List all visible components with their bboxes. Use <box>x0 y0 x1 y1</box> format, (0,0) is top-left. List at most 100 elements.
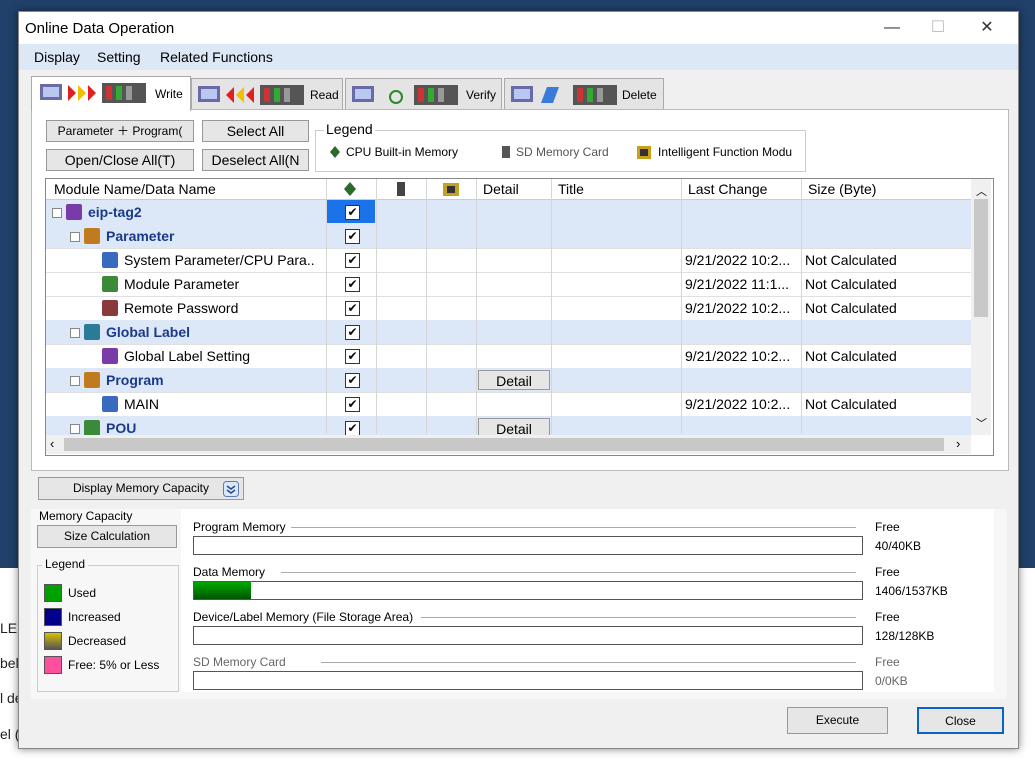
memory-capacity-caption: Memory Capacity <box>39 509 133 523</box>
write-icon <box>40 83 146 103</box>
parameter-program-button[interactable]: Parameter ＋ Program( <box>46 120 194 142</box>
open-close-all-button[interactable]: Open/Close All(T) <box>46 149 194 171</box>
last-change-cell: 9/21/2022 11:1... <box>685 276 790 292</box>
table-row[interactable]: MAIN ✔ 9/21/2022 10:2... Not Calculated <box>46 392 971 417</box>
read-icon <box>198 85 304 105</box>
row-name: POU <box>106 420 137 435</box>
expand-chevron-icon <box>223 481 239 497</box>
tab-verify[interactable]: Verify <box>345 78 502 109</box>
size-cell <box>805 224 970 248</box>
expander-icon[interactable] <box>70 376 80 386</box>
legend-free-low: Free: 5% or Less <box>68 658 160 672</box>
legend-decreased: Decreased <box>68 634 127 648</box>
table-row[interactable]: eip-tag2 ✔ <box>46 200 971 225</box>
table-row[interactable]: Global Label ✔ <box>46 320 971 345</box>
table-row[interactable]: Module Parameter ✔ 9/21/2022 11:1... Not Ca… <box>46 272 971 297</box>
header-detail[interactable]: Detail <box>483 181 519 197</box>
display-memory-capacity-button[interactable]: Display Memory Capacity <box>38 477 244 500</box>
horizontal-scrollbar[interactable]: ‹ › <box>46 435 971 454</box>
table-row[interactable]: Remote Password ✔ 9/21/2022 10:2... Not Cal… <box>46 296 971 321</box>
header-title[interactable]: Title <box>558 181 584 197</box>
minimize-button[interactable]: — <box>869 12 915 44</box>
expander-icon[interactable] <box>70 232 80 242</box>
header-module-name[interactable]: Module Name/Data Name <box>54 181 216 197</box>
close-button[interactable]: Close <box>917 707 1004 734</box>
last-change-cell: 9/21/2022 10:2... <box>685 252 791 268</box>
window-title: Online Data Operation <box>25 20 175 37</box>
scroll-right-icon[interactable]: › <box>956 436 960 451</box>
menu-display[interactable]: Display <box>34 49 80 65</box>
size-cell: Not Calculated <box>805 348 897 364</box>
table-row[interactable]: Global Label Setting ✔ 9/21/2022 10:2... No… <box>46 344 971 369</box>
header-last-change[interactable]: Last Change <box>688 181 767 197</box>
table-row[interactable]: Parameter ✔ <box>46 224 971 249</box>
scroll-up-icon[interactable]: ︿ <box>976 183 987 199</box>
execute-button[interactable]: Execute <box>787 707 888 734</box>
free-label: Free <box>875 610 900 624</box>
tree-node-icon <box>102 252 118 268</box>
row-name: MAIN <box>124 396 159 412</box>
delete-icon <box>511 85 617 105</box>
legend-sd-card: SD Memory Card <box>516 145 609 159</box>
cpu-memory-column-icon <box>344 182 356 196</box>
scroll-left-icon[interactable]: ‹ <box>50 436 54 451</box>
menu-related-functions[interactable]: Related Functions <box>160 49 273 65</box>
size-cell: Not Calculated <box>805 300 897 316</box>
tree-node-icon <box>84 372 100 388</box>
detail-button[interactable]: Detail <box>478 418 550 435</box>
expander-icon[interactable] <box>70 328 80 338</box>
close-window-button[interactable]: ✕ <box>964 12 1010 44</box>
cpu-memory-checkbox[interactable]: ✔ <box>345 277 360 292</box>
title-bar: Online Data Operation — ☐ ✕ <box>19 12 1018 44</box>
expander-icon[interactable] <box>70 424 80 434</box>
size-cell <box>805 200 970 224</box>
last-change-cell <box>685 368 797 392</box>
header-size[interactable]: Size (Byte) <box>808 181 876 197</box>
row-name: Program <box>106 372 164 388</box>
cpu-memory-checkbox[interactable]: ✔ <box>345 253 360 268</box>
maximize-button[interactable]: ☐ <box>915 12 961 44</box>
size-cell: Not Calculated <box>805 252 897 268</box>
sd-card-column-icon <box>397 182 405 196</box>
device-label-memory-bar <box>193 626 863 645</box>
free-label: Free <box>875 655 900 669</box>
row-name: Global Label <box>106 324 191 340</box>
legend-increased: Increased <box>68 610 121 624</box>
cpu-memory-checkbox[interactable]: ✔ <box>345 421 360 435</box>
size-calculation-button[interactable]: Size Calculation <box>37 525 177 548</box>
intelligent-module-column-icon <box>443 183 459 196</box>
tab-delete[interactable]: Delete <box>504 78 664 109</box>
scroll-down-icon[interactable]: ﹀ <box>976 415 987 431</box>
cpu-memory-checkbox[interactable]: ✔ <box>345 229 360 244</box>
program-memory-bar <box>193 536 863 555</box>
cpu-memory-checkbox[interactable]: ✔ <box>345 349 360 364</box>
table-row[interactable]: System Parameter/CPU Para... ✔ 9/21/2022 1… <box>46 248 971 273</box>
cpu-memory-checkbox[interactable]: ✔ <box>345 301 360 316</box>
tree-node-icon <box>66 204 82 220</box>
expander-icon[interactable] <box>52 208 62 218</box>
select-all-button[interactable]: Select All <box>202 120 309 142</box>
row-name: Module Parameter <box>124 276 240 292</box>
used-swatch <box>44 584 62 602</box>
program-memory-free: 40/40KB <box>875 539 922 553</box>
row-name: Parameter <box>106 228 175 244</box>
intelligent-module-icon <box>637 146 651 159</box>
scroll-thumb[interactable] <box>974 199 988 317</box>
tab-read[interactable]: Read <box>191 78 343 109</box>
detail-button[interactable]: Detail <box>478 370 550 390</box>
memory-legend-caption: Legend <box>42 557 89 571</box>
cpu-memory-icon <box>330 146 340 158</box>
deselect-all-button[interactable]: Deselect All(N <box>202 149 309 171</box>
table-row[interactable]: POU ✔ Detail <box>46 416 971 435</box>
cpu-memory-checkbox[interactable]: ✔ <box>345 373 360 388</box>
hscroll-thumb[interactable] <box>64 438 944 451</box>
menu-setting[interactable]: Setting <box>97 49 141 65</box>
last-change-cell: 9/21/2022 10:2... <box>685 300 791 316</box>
table-row[interactable]: Program ✔ Detail <box>46 368 971 393</box>
cpu-memory-checkbox[interactable]: ✔ <box>345 205 360 220</box>
vertical-scrollbar[interactable]: ︿ ﹀ <box>971 179 991 435</box>
increased-swatch <box>44 608 62 626</box>
cpu-memory-checkbox[interactable]: ✔ <box>345 397 360 412</box>
tab-write[interactable]: Write <box>31 76 191 111</box>
cpu-memory-checkbox[interactable]: ✔ <box>345 325 360 340</box>
